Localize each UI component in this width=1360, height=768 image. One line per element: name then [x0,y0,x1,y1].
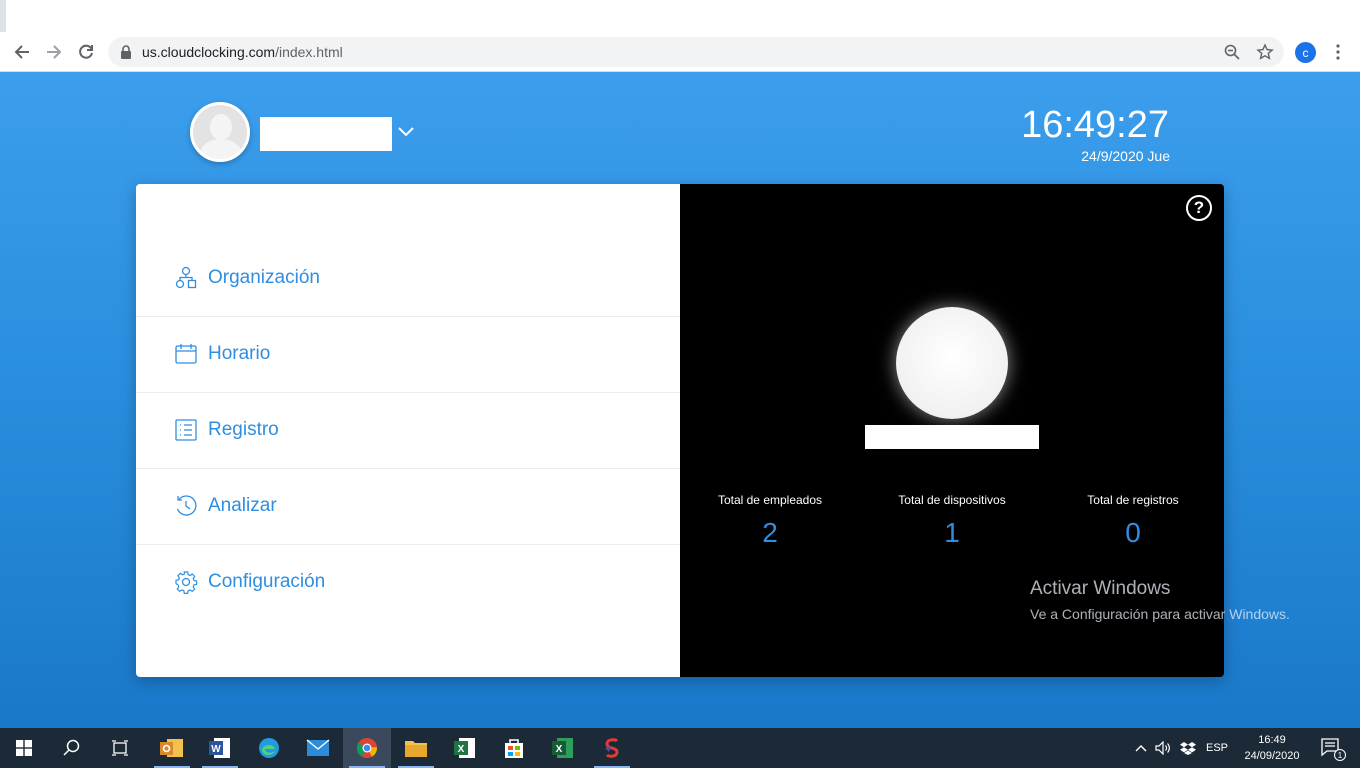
main-menu: Organización Horario Registro Analizar C… [136,184,680,677]
menu-item-label: Horario [208,343,271,364]
folder-icon [405,741,427,757]
calendar-icon [174,342,198,366]
stat-value[interactable]: 1 [862,517,1042,549]
watermark-subtitle: Ve a Configuración para activar Windows. [1030,606,1290,622]
stat-label: Total de dispositivos [898,493,1006,507]
stat-employees: Total de empleados 2 [680,493,860,549]
chevron-up-icon[interactable] [1132,744,1150,752]
url-text[interactable]: us.cloudclocking.com/index.html [142,44,343,60]
edge-icon [259,738,279,758]
avatar-body-shape [200,139,242,159]
windows-taskbar: W X X ESP 16:49 24/09/2020 1 [0,728,1360,768]
chrome-icon [356,738,377,758]
stat-label: Total de empleados [717,493,823,507]
taskbar-store[interactable] [490,728,538,768]
stat-records: Total de registros 0 [1043,493,1223,549]
excel-icon: X [454,738,475,758]
stat-value[interactable]: 0 [1043,517,1223,549]
start-button[interactable] [0,728,48,768]
url-host: us.cloudclocking.com [142,44,276,60]
language-indicator[interactable]: ESP [1206,742,1228,754]
taskbar-excel-2[interactable]: X [539,728,587,768]
organization-icon [174,266,198,290]
app-s-icon [605,738,619,758]
outlook-icon [160,739,183,757]
list-icon [174,418,198,442]
arrow-right-icon [47,45,62,59]
windows-logo-icon [16,740,32,756]
browser-toolbar: us.cloudclocking.com/index.html c [0,32,1360,72]
taskbar-app-s[interactable] [588,728,636,768]
arrow-left-icon [14,45,29,59]
taskbar-edge[interactable] [245,728,293,768]
task-view-button[interactable] [96,728,144,768]
system-tray: ESP [1132,728,1228,768]
profile-avatar-button[interactable]: c [1295,42,1316,63]
notification-count-badge: 1 [1334,749,1346,761]
svg-text:X: X [458,744,465,755]
browser-active-tab[interactable] [6,0,1360,32]
taskbar-chrome[interactable] [343,728,391,768]
volume-icon[interactable] [1150,741,1176,755]
taskbar-mail[interactable] [294,728,342,768]
svg-text:X: X [556,744,563,755]
menu-item-horario[interactable]: Horario [136,316,680,392]
stat-label: Total de registros [1087,493,1179,507]
lock-icon [120,45,132,64]
action-center-button[interactable]: 1 [1308,728,1356,768]
word-icon: W [209,738,230,758]
menu-item-analizar[interactable]: Analizar [136,468,680,544]
company-logo [896,307,1008,419]
avatar-head-shape [210,114,232,140]
menu-item-label: Registro [208,419,279,440]
current-date: 24/9/2020 Jue [1081,148,1170,164]
zoom-icon[interactable] [1224,44,1240,65]
browser-tabstrip [0,0,1360,32]
stat-value[interactable]: 2 [680,517,860,549]
forward-button[interactable] [42,40,66,64]
task-view-icon [112,740,128,756]
dropbox-icon[interactable] [1176,741,1200,755]
address-bar[interactable]: us.cloudclocking.com/index.html [108,37,1284,67]
menu-item-label: Analizar [208,495,277,516]
windows-activation-watermark: Activar Windows Ve a Configuración para … [1030,578,1290,622]
menu-item-organizacion[interactable]: Organización [136,240,680,316]
search-icon [63,739,80,756]
taskbar-excel-1[interactable]: X [441,728,489,768]
svg-text:W: W [211,744,221,755]
reload-icon [79,44,93,59]
taskbar-date: 24/09/2020 [1244,750,1300,762]
bookmark-star-icon[interactable] [1256,43,1274,66]
browser-menu-button[interactable] [1328,42,1348,62]
user-avatar[interactable] [190,102,250,162]
chevron-down-icon[interactable] [397,124,415,142]
kebab-menu-icon [1336,44,1340,60]
menu-item-registro[interactable]: Registro [136,392,680,468]
menu-item-configuracion[interactable]: Configuración [136,544,680,620]
taskbar-clock[interactable]: 16:49 24/09/2020 [1238,732,1306,764]
stat-devices: Total de dispositivos 1 [862,493,1042,549]
taskbar-file-explorer[interactable] [392,728,440,768]
user-name-redacted[interactable] [260,117,392,151]
menu-item-label: Organización [208,267,320,288]
mail-icon [306,739,330,756]
current-time: 16:49:27 [1021,104,1169,146]
taskbar-search-button[interactable] [48,728,96,768]
watermark-title: Activar Windows [1030,578,1171,599]
url-path: /index.html [275,44,343,60]
app-page: 16:49:27 24/9/2020 Jue Organización Hora… [0,72,1360,728]
history-icon [174,494,198,518]
help-button[interactable]: ? [1186,195,1212,221]
reload-button[interactable] [74,40,98,64]
taskbar-outlook[interactable] [148,728,196,768]
taskbar-word[interactable]: W [196,728,244,768]
menu-item-label: Configuración [208,571,326,592]
back-button[interactable] [10,40,34,64]
store-icon [505,739,523,758]
excel-icon: X [552,738,573,758]
gear-icon [174,570,198,594]
taskbar-time: 16:49 [1258,734,1286,746]
company-name-redacted [865,425,1039,449]
